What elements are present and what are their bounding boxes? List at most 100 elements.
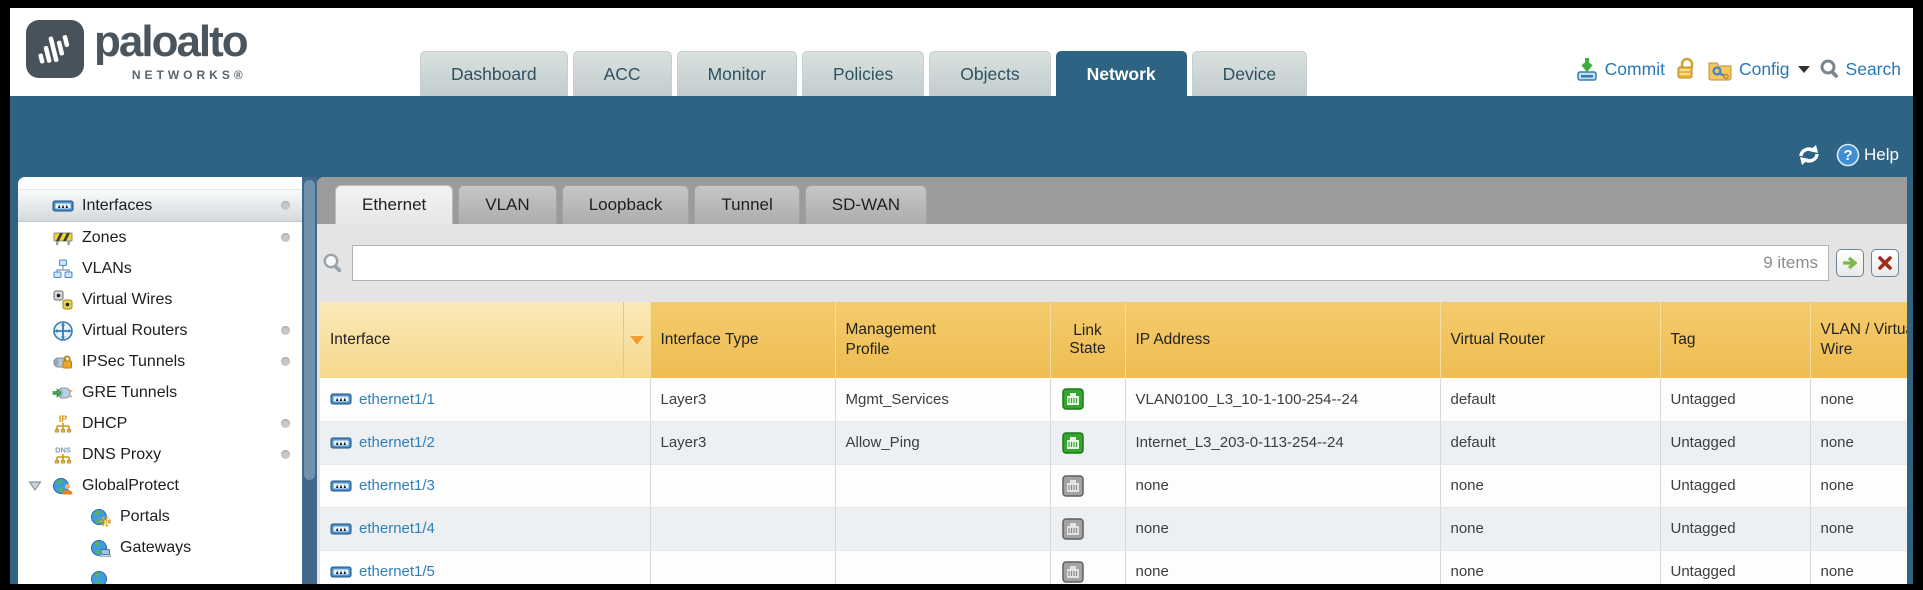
ethernet-interface-icon <box>330 475 352 497</box>
interface-link[interactable]: ethernet1/3 <box>359 477 435 494</box>
nav-tab-dashboard[interactable]: Dashboard <box>420 51 568 96</box>
sidebar-item-label: DNS Proxy <box>82 446 161 464</box>
commit-button[interactable]: Commit <box>1574 56 1665 82</box>
interfaces-table: InterfaceInterface TypeManagement Profil… <box>320 302 1907 584</box>
tab-ethernet[interactable]: Ethernet <box>335 185 453 224</box>
column-header-interface[interactable]: Interface <box>320 302 650 378</box>
table-row[interactable]: ethernet1/2 Layer3 Allow_Ping Internet_L… <box>320 421 1907 464</box>
interface-link[interactable]: ethernet1/4 <box>359 520 435 537</box>
vlans-icon <box>52 258 74 280</box>
config-dropdown[interactable]: Config <box>1707 57 1810 81</box>
tag-cell: Untagged <box>1660 550 1810 584</box>
column-header-ip-address[interactable]: IP Address <box>1125 302 1440 378</box>
sidebar-item-virtual-routers[interactable]: Virtual Routers <box>18 315 302 346</box>
paloalto-logo-icon <box>26 20 84 78</box>
gre-tunnels-icon <box>52 382 74 404</box>
table-row[interactable]: ethernet1/5 none none Untagged none <box>320 550 1907 584</box>
sidebar-item-label: IPSec Tunnels <box>82 353 185 371</box>
search-button[interactable]: Search <box>1819 58 1901 80</box>
ethernet-interface-icon <box>330 432 352 454</box>
table-row[interactable]: ethernet1/4 none none Untagged none <box>320 507 1907 550</box>
link-state-down-icon <box>1061 517 1115 541</box>
sidebar-item-label: GRE Tunnels <box>82 384 177 402</box>
nav-tab-objects[interactable]: Objects <box>929 51 1050 96</box>
table-header-row: InterfaceInterface TypeManagement Profil… <box>320 302 1907 378</box>
items-count: 9 items <box>1763 246 1818 280</box>
sidebar-item-label: Portals <box>120 508 170 526</box>
interface-link[interactable]: ethernet1/1 <box>359 391 435 408</box>
sidebar-scrollbar-thumb[interactable] <box>304 180 315 480</box>
column-header-interface-type[interactable]: Interface Type <box>650 302 835 378</box>
virtual-router-cell: none <box>1440 464 1660 507</box>
config-icon <box>1707 57 1734 81</box>
help-button[interactable]: ? Help <box>1836 143 1899 167</box>
dns-proxy-icon: DNS <box>52 444 74 466</box>
sidebar-item-gre-tunnels[interactable]: GRE Tunnels <box>18 377 302 408</box>
apply-filter-button[interactable] <box>1836 249 1864 277</box>
virtual-router-cell: default <box>1440 378 1660 421</box>
interface-link[interactable]: ethernet1/5 <box>359 563 435 580</box>
filter-input-wrap: 9 items <box>352 245 1829 281</box>
header-actions: Commit Con <box>1574 56 1901 82</box>
tab-loopback[interactable]: Loopback <box>562 185 690 224</box>
refresh-icon[interactable] <box>1796 143 1822 167</box>
sidebar-item-virtual-wires[interactable]: Virtual Wires <box>18 284 302 315</box>
status-dot <box>281 450 290 459</box>
virtual-routers-icon <box>52 320 74 342</box>
nav-tab-device[interactable]: Device <box>1192 51 1308 96</box>
sidebar-item-label: Virtual Routers <box>82 322 188 340</box>
interface-link[interactable]: ethernet1/2 <box>359 434 435 451</box>
clear-filter-button[interactable] <box>1871 249 1899 277</box>
sidebar-item-label: VLANs <box>82 260 132 278</box>
svg-text:DNS: DNS <box>55 445 71 454</box>
sidebar-item-label: Interfaces <box>82 197 152 215</box>
tab-vlan[interactable]: VLAN <box>458 185 556 224</box>
network-sidebar: Interfaces Zones VLANs Virtual Wires Virtual… <box>18 177 302 584</box>
sidebar-item-interfaces[interactable]: Interfaces <box>18 189 302 222</box>
column-header-tag[interactable]: Tag <box>1660 302 1810 378</box>
column-header-vlan-virtual-wire[interactable]: VLAN / Virtual-Wire <box>1810 302 1907 378</box>
filter-search-icon <box>321 251 345 275</box>
sidebar-item-clipped[interactable] <box>18 563 302 584</box>
interface-type-tabs: EthernetVLANLoopbackTunnelSD-WAN <box>317 177 1907 224</box>
column-menu-button[interactable] <box>623 302 650 378</box>
table-row[interactable]: ethernet1/3 none none Untagged none <box>320 464 1907 507</box>
sidebar-item-label: GlobalProtect <box>82 477 179 495</box>
expander-triangle-icon[interactable] <box>28 479 42 493</box>
column-header-virtual-router[interactable]: Virtual Router <box>1440 302 1660 378</box>
ethernet-interface-icon <box>330 561 352 583</box>
management-profile-cell <box>835 550 1050 584</box>
sidebar-item-dhcp[interactable]: IPDHCP <box>18 408 302 439</box>
tab-tunnel[interactable]: Tunnel <box>694 185 799 224</box>
tab-sd-wan[interactable]: SD-WAN <box>805 185 927 224</box>
link-state-down-icon <box>1061 474 1115 498</box>
nav-tab-monitor[interactable]: Monitor <box>677 51 797 96</box>
sidebar-item-gateways[interactable]: Gateways <box>18 532 302 563</box>
sidebar-item-globalprotect[interactable]: GlobalProtect <box>18 470 302 501</box>
vlan-virtual-wire-cell: none <box>1810 421 1907 464</box>
sidebar-scrollbar[interactable] <box>302 177 317 584</box>
globalprotect-icon <box>52 475 74 497</box>
sidebar-item-vlans[interactable]: VLANs <box>18 253 302 284</box>
filter-input[interactable] <box>353 246 1828 280</box>
sidebar-item-portals[interactable]: Portals <box>18 501 302 532</box>
help-icon: ? <box>1836 143 1860 167</box>
virtual-wires-icon <box>52 289 74 311</box>
column-header-management-profile[interactable]: Management Profile <box>835 302 1050 378</box>
lock-icon[interactable] <box>1674 56 1698 82</box>
zones-icon <box>52 227 74 249</box>
tag-cell: Untagged <box>1660 507 1810 550</box>
sidebar-item-zones[interactable]: Zones <box>18 222 302 253</box>
ip-address-cell: Internet_L3_203-0-113-254--24 <box>1125 421 1440 464</box>
table-row[interactable]: ethernet1/1 Layer3 Mgmt_Services VLAN010… <box>320 378 1907 421</box>
column-header-link-state[interactable]: Link State <box>1050 302 1125 378</box>
ethernet-interface-icon <box>330 388 352 410</box>
sidebar-item-ipsec-tunnels[interactable]: IPSec Tunnels <box>18 346 302 377</box>
sidebar-item-dns-proxy[interactable]: DNS DNS Proxy <box>18 439 302 470</box>
nav-tab-network[interactable]: Network <box>1056 51 1187 96</box>
interface-type-cell: Layer3 <box>650 421 835 464</box>
brand-name: paloalto <box>94 16 247 68</box>
interface-type-cell <box>650 550 835 584</box>
nav-tab-policies[interactable]: Policies <box>802 51 924 96</box>
nav-tab-acc[interactable]: ACC <box>573 51 672 96</box>
